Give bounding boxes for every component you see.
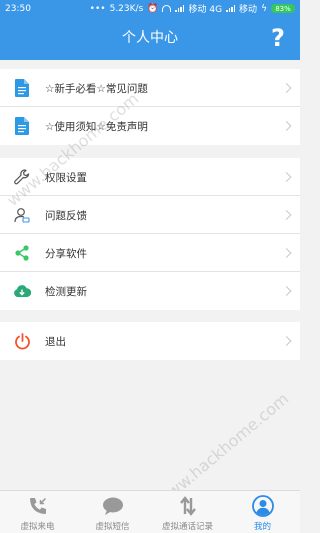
wifi-icon (162, 5, 172, 12)
tab-virtual-sms[interactable]: 虚拟短信 (75, 491, 150, 533)
menu-group-settings: 权限设置 问题反馈 分享软件 检测更新 (0, 158, 300, 310)
menu-item-disclaimer[interactable]: ☆使用须知☆免责声明 (0, 107, 300, 145)
chevron-right-icon (281, 248, 292, 258)
menu-item-share[interactable]: 分享软件 (0, 234, 300, 272)
status-right: ••• 5.23K/s ⏰ 移动 4G 移动 ϟ 83% (90, 2, 295, 15)
chevron-right-icon (281, 121, 292, 131)
chevron-right-icon (281, 210, 292, 220)
charging-icon: ϟ (261, 3, 267, 14)
signal-icon (226, 5, 236, 12)
phone-incoming-icon (27, 495, 49, 517)
menu-item-feedback[interactable]: 问题反馈 (0, 196, 300, 234)
status-dots: ••• (89, 3, 106, 14)
menu-item-label: ☆新手必看☆常见问题 (45, 82, 148, 95)
menu-item-label: 问题反馈 (45, 209, 87, 222)
network-speed: 5.23K/s (109, 3, 144, 14)
document-icon (13, 79, 31, 97)
document-icon (13, 117, 31, 135)
tab-label: 虚拟来电 (20, 522, 55, 532)
menu-item-exit[interactable]: 退出 (0, 322, 300, 360)
alarm-icon: ⏰ (147, 3, 159, 14)
tab-virtual-call[interactable]: 虚拟来电 (0, 491, 75, 533)
carrier-1: 移动 4G (188, 5, 223, 15)
carrier-2: 移动 (239, 5, 258, 15)
chevron-right-icon (281, 172, 292, 182)
tab-virtual-call-log[interactable]: 虚拟通话记录 (150, 491, 225, 533)
menu-item-label: 检测更新 (45, 285, 87, 298)
signal-icon (175, 5, 185, 12)
tab-label: 虚拟短信 (95, 522, 130, 532)
wrench-icon (13, 168, 31, 186)
chevron-right-icon (281, 83, 292, 93)
profile-icon (251, 495, 274, 517)
status-time: 23:50 (5, 3, 31, 14)
menu-item-faq[interactable]: ☆新手必看☆常见问题 (0, 69, 300, 107)
menu-group-help: ☆新手必看☆常见问题 ☆使用须知☆免责声明 (0, 69, 300, 145)
share-icon (13, 244, 31, 262)
header-bar: 个人中心 ? (0, 17, 300, 60)
menu-item-label: 权限设置 (45, 171, 87, 184)
power-icon (13, 332, 31, 350)
chevron-right-icon (281, 336, 292, 346)
tab-label: 我的 (253, 522, 271, 532)
page-title: 个人中心 (122, 30, 178, 46)
battery-icon: 83% (271, 4, 295, 13)
menu-group-exit: 退出 (0, 322, 300, 360)
chat-bubble-icon (102, 495, 124, 517)
menu-item-label: ☆使用须知☆免责声明 (45, 120, 148, 133)
menu-item-check-update[interactable]: 检测更新 (0, 272, 300, 310)
tab-label: 虚拟通话记录 (161, 522, 213, 532)
menu-item-permissions[interactable]: 权限设置 (0, 158, 300, 196)
user-feedback-icon (13, 206, 31, 224)
menu-item-label: 分享软件 (45, 247, 87, 260)
tab-mine[interactable]: 我的 (225, 491, 300, 533)
transfer-arrows-icon (177, 495, 199, 517)
menu-item-label: 退出 (45, 335, 66, 348)
chevron-right-icon (281, 286, 292, 296)
cloud-download-icon (13, 282, 31, 300)
help-button[interactable]: ? (268, 25, 288, 51)
bottom-tab-bar: 虚拟来电 虚拟短信 虚拟通话记录 我的 (0, 490, 300, 533)
status-bar: 23:50 ••• 5.23K/s ⏰ 移动 4G 移动 ϟ 83% (0, 0, 300, 17)
